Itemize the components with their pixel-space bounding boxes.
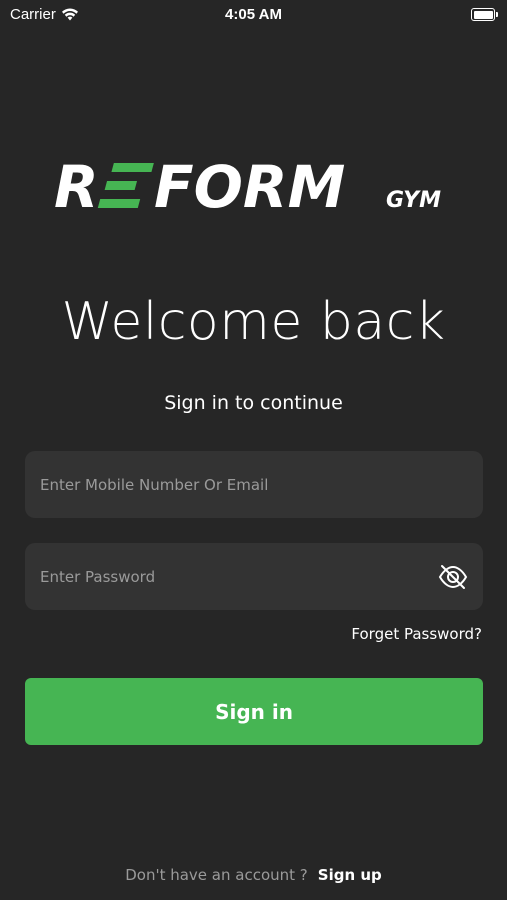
logo-brand-text: FORM bbox=[154, 155, 345, 215]
battery-icon bbox=[471, 8, 498, 21]
reform-gym-logo: R FORM GYM bbox=[54, 155, 441, 215]
email-field-container bbox=[25, 451, 483, 518]
sign-up-link[interactable]: Sign up bbox=[318, 866, 382, 884]
eye-off-icon[interactable] bbox=[437, 561, 469, 593]
status-time: 4:05 AM bbox=[225, 6, 282, 23]
status-bar: Carrier 4:05 AM bbox=[0, 0, 507, 30]
svg-text:R: R bbox=[54, 155, 99, 215]
welcome-title: Welcome back bbox=[61, 292, 446, 352]
email-field[interactable] bbox=[25, 451, 483, 518]
brand-logo: R FORM GYM bbox=[0, 155, 507, 215]
password-field[interactable] bbox=[25, 543, 483, 610]
forgot-password-link[interactable]: Forget Password? bbox=[351, 625, 482, 643]
welcome-subtitle: Sign in to continue bbox=[164, 392, 343, 414]
signup-prompt-text: Don't have an account ? bbox=[125, 866, 308, 884]
signup-prompt: Don't have an account ? Sign up bbox=[0, 866, 507, 884]
sign-in-button[interactable]: Sign in bbox=[25, 678, 483, 745]
password-field-container bbox=[25, 543, 483, 610]
logo-e-bars bbox=[97, 163, 154, 208]
logo-suffix-text: GYM bbox=[386, 188, 441, 213]
